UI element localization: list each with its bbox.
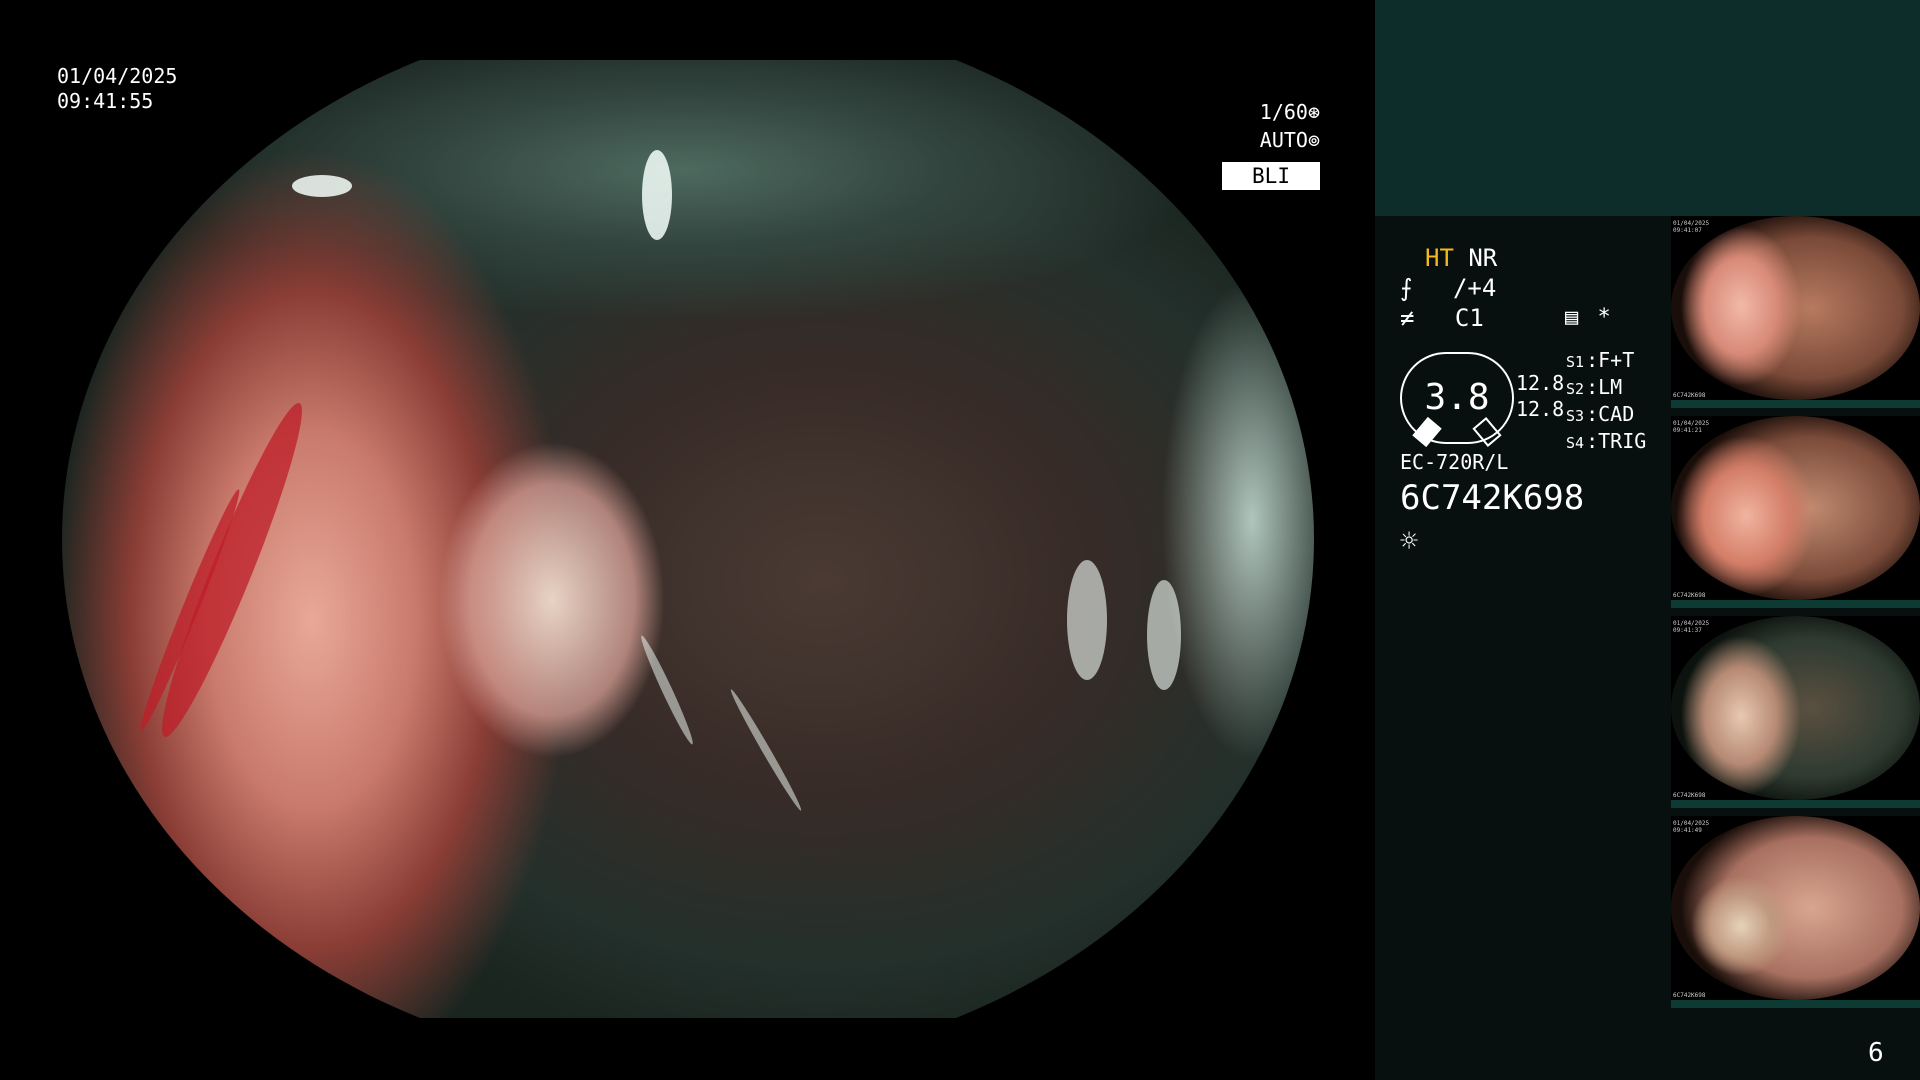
thumbnail-image [1671, 816, 1920, 1000]
hdr-nr-row: HT NR [1425, 244, 1497, 272]
thumbnail-image [1671, 216, 1920, 400]
thumbnail-timestamp: 01/04/2025 09:41:21 [1673, 420, 1710, 434]
capture-thumbnail-1[interactable]: 01/04/2025 09:41:07 6C742K698 [1671, 216, 1920, 408]
thumbnail-timestamp: 01/04/2025 09:41:07 [1673, 220, 1710, 234]
zoom-gauge: 3.8 [1400, 352, 1514, 447]
scale-top: 12.8 [1516, 371, 1565, 395]
capture-thumbnail-3[interactable]: 01/04/2025 09:41:37 6C742K698 [1671, 616, 1920, 808]
scale-bottom: 12.8 [1516, 397, 1565, 421]
thumbnail-bar [1671, 600, 1920, 608]
thumbnail-bar [1671, 400, 1920, 408]
thumbnail-timestamp: 01/04/2025 09:41:37 [1673, 620, 1710, 634]
color-value: C1 [1454, 304, 1484, 332]
capture-thumbnail-2[interactable]: 01/04/2025 09:41:21 6C742K698 [1671, 416, 1920, 608]
iris-icon: ⊚ [1307, 128, 1320, 152]
enhance-value: /+4 [1452, 274, 1497, 302]
enhance-row: ⨍ /+4 [1400, 274, 1496, 302]
record-icon: ▤ [1565, 305, 1579, 330]
endoscopic-image [62, 60, 1314, 1018]
switch-row: S4:TRIG [1566, 429, 1647, 453]
shutter-icon: ⊛ [1307, 100, 1320, 124]
zoom-value: 3.8 [1424, 377, 1490, 418]
nr-indicator: NR [1468, 244, 1498, 272]
iris-readout: AUTO⊚ [1260, 128, 1320, 153]
iris-mode: AUTO [1259, 128, 1308, 152]
thumbnail-serial: 6C742K698 [1673, 992, 1706, 999]
thumbnail-bar [1671, 1000, 1920, 1008]
record-row: ▤ * [1565, 304, 1611, 332]
light-reflection [1067, 560, 1107, 680]
shutter-readout: 1/60⊛ [1260, 100, 1320, 125]
color-row: ≠ C1 [1400, 304, 1484, 332]
blood-streak [146, 395, 318, 745]
thumbnail-serial: 6C742K698 [1673, 392, 1706, 399]
color-mode-icon: ≠ [1400, 304, 1415, 332]
switch-row: S3:CAD [1566, 402, 1635, 426]
light-reflection [727, 687, 805, 813]
structure-enhance-icon: ⨍ [1400, 274, 1413, 302]
switch-row: S1:F+T [1566, 348, 1635, 372]
brightness-icon: ☼ [1400, 524, 1419, 559]
thumbnail-serial: 6C742K698 [1673, 592, 1706, 599]
capture-thumbnail-4[interactable]: 01/04/2025 09:41:49 6C742K698 [1671, 816, 1920, 1008]
thumbnail-image [1671, 616, 1920, 800]
light-reflection [292, 175, 352, 197]
scope-serial: 6C742K698 [1400, 478, 1585, 518]
ht-indicator: HT [1425, 244, 1454, 272]
scale-readout: 12.8 12.8 [1516, 370, 1564, 422]
thumbnail-bar [1671, 800, 1920, 808]
light-reflection [642, 150, 672, 240]
time-label: 09:41:55 [57, 89, 154, 113]
record-symbol: * [1597, 305, 1611, 330]
thumbnail-serial: 6C742K698 [1673, 792, 1706, 799]
timestamp: 01/04/2025 09:41:55 [57, 64, 177, 114]
side-panel-header [1375, 0, 1920, 216]
thumbnail-image [1671, 416, 1920, 600]
endoscope-main-view: 01/04/2025 09:41:55 1/60⊛ AUTO⊚ BLI [0, 0, 1375, 1080]
thumbnail-timestamp: 01/04/2025 09:41:49 [1673, 820, 1710, 834]
shutter-value: 1/60 [1259, 100, 1308, 124]
light-reflection [1147, 580, 1181, 690]
date-label: 01/04/2025 [57, 64, 178, 88]
switch-assignments: S1:F+T S2:LM S3:CAD S4:TRIG [1566, 348, 1646, 456]
light-reflection [637, 633, 697, 747]
light-mode-badge: BLI [1222, 162, 1320, 190]
scope-model: EC-720R/L [1400, 450, 1509, 474]
page-number: 6 [1868, 1038, 1884, 1068]
switch-row: S2:LM [1566, 375, 1623, 399]
